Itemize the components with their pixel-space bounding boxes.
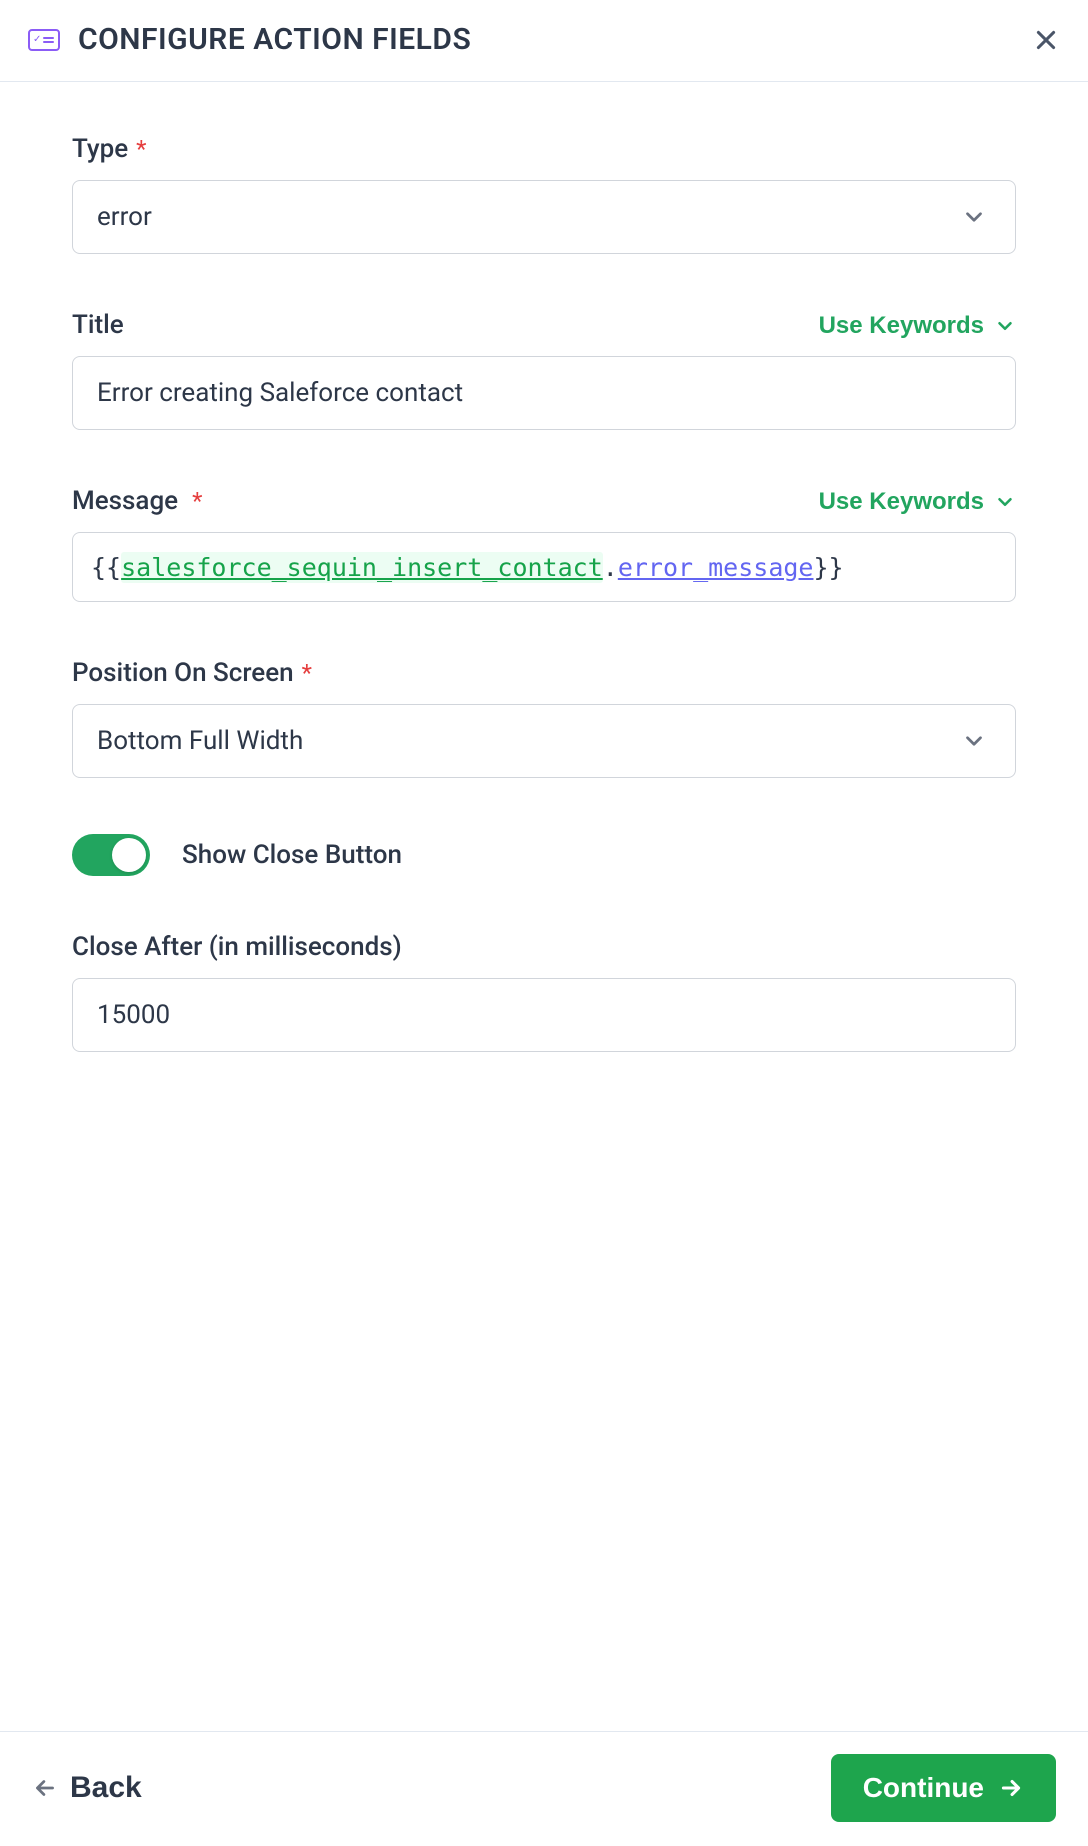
message-label: Message [72, 486, 178, 516]
chevron-down-icon [961, 204, 987, 230]
close-after-input[interactable] [97, 979, 991, 1051]
required-marker: * [302, 659, 312, 687]
close-button[interactable] [1032, 26, 1060, 54]
template-close: }} [813, 553, 843, 582]
field-position: Position On Screen * Bottom Full Width [72, 658, 1016, 778]
panel-title: CONFIGURE ACTION FIELDS [78, 22, 1014, 57]
position-select[interactable]: Bottom Full Width [72, 704, 1016, 778]
close-icon [1033, 27, 1059, 53]
type-select-value: error [97, 202, 961, 232]
panel-footer: Back Continue [0, 1731, 1088, 1846]
position-label: Position On Screen [72, 658, 294, 688]
template-open: {{ [91, 553, 121, 582]
title-use-keywords-button[interactable]: Use Keywords [819, 312, 1016, 340]
chevron-down-icon [994, 315, 1016, 337]
template-dot: . [603, 553, 618, 582]
type-select[interactable]: error [72, 180, 1016, 254]
show-close-label: Show Close Button [182, 840, 402, 870]
title-label: Title [72, 310, 124, 340]
use-keywords-label: Use Keywords [819, 312, 984, 340]
arrow-right-icon [998, 1775, 1024, 1801]
type-label: Type [72, 134, 128, 164]
message-input[interactable]: {{salesforce_sequin_insert_contact.error… [72, 532, 1016, 602]
field-close-after: Close After (in milliseconds) [72, 932, 1016, 1052]
panel-header: ✓ CONFIGURE ACTION FIELDS [0, 0, 1088, 82]
use-keywords-label: Use Keywords [819, 488, 984, 516]
title-input[interactable] [97, 357, 991, 429]
show-close-toggle[interactable] [72, 834, 150, 876]
continue-label: Continue [863, 1772, 984, 1804]
close-after-label: Close After (in milliseconds) [72, 932, 402, 962]
template-token-field: error_message [618, 553, 814, 582]
close-after-input-wrapper [72, 978, 1016, 1052]
chevron-down-icon [994, 491, 1016, 513]
toggle-knob [112, 838, 146, 872]
title-input-wrapper [72, 356, 1016, 430]
form-body: Type * error Title Use Keywords [0, 82, 1088, 1731]
template-token-source: salesforce_sequin_insert_contact [121, 552, 603, 583]
field-title: Title Use Keywords [72, 310, 1016, 430]
back-button[interactable]: Back [32, 1771, 142, 1805]
field-type: Type * error [72, 134, 1016, 254]
position-select-value: Bottom Full Width [97, 726, 961, 756]
required-marker: * [136, 135, 146, 163]
chevron-down-icon [961, 728, 987, 754]
arrow-left-icon [32, 1775, 58, 1801]
required-marker: * [192, 487, 202, 515]
form-icon: ✓ [28, 29, 60, 51]
continue-button[interactable]: Continue [831, 1754, 1056, 1822]
field-show-close: Show Close Button [72, 834, 1016, 876]
back-label: Back [70, 1771, 142, 1805]
message-use-keywords-button[interactable]: Use Keywords [819, 488, 1016, 516]
field-message: Message * Use Keywords {{salesforce_sequ… [72, 486, 1016, 602]
